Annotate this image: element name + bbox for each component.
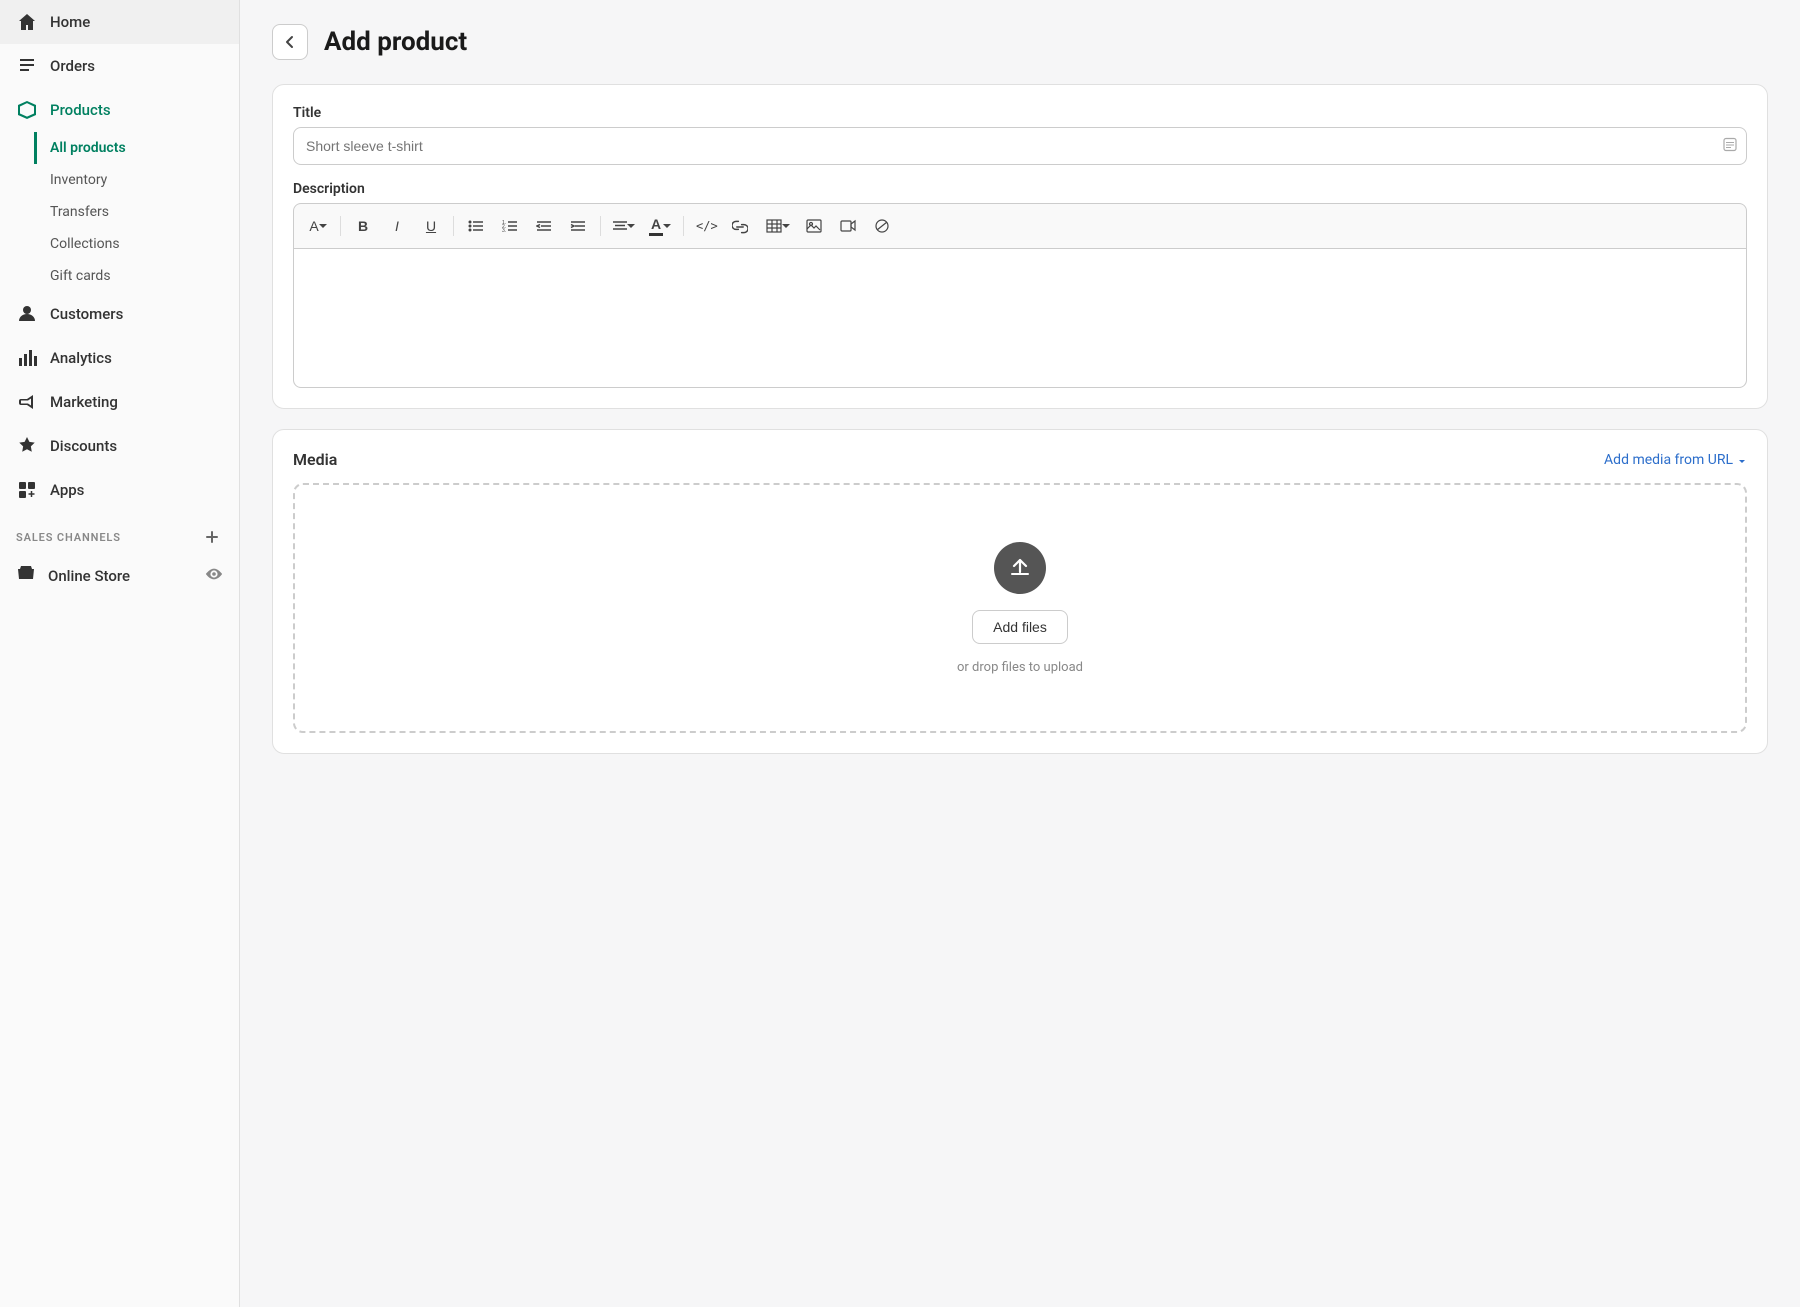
- apps-icon: [16, 479, 38, 501]
- sidebar-item-apps[interactable]: Apps: [0, 468, 239, 512]
- toolbar-indent-decrease-button[interactable]: [528, 211, 560, 241]
- sidebar-label-discounts: Discounts: [50, 437, 117, 455]
- toolbar-bullet-list-button[interactable]: [460, 211, 492, 241]
- products-submenu: All products Inventory Transfers Collect…: [0, 132, 239, 292]
- svg-text:3.: 3.: [502, 228, 506, 233]
- toolbar-divider-2: [453, 216, 454, 236]
- sidebar-label-apps: Apps: [50, 481, 84, 499]
- sidebar-item-online-store[interactable]: Online Store: [0, 554, 239, 598]
- sales-channels-section: SALES CHANNELS: [0, 512, 239, 554]
- sidebar-item-products[interactable]: Products: [0, 88, 239, 132]
- toolbar-align-button[interactable]: [607, 211, 641, 241]
- sidebar-label-analytics: Analytics: [50, 349, 112, 367]
- toolbar-font-color-button[interactable]: A: [643, 211, 677, 241]
- upload-dropzone[interactable]: Add files or drop files to upload: [293, 483, 1747, 733]
- description-editor[interactable]: [293, 248, 1747, 388]
- sidebar-label-customers: Customers: [50, 305, 123, 323]
- sidebar-sub-all-products[interactable]: All products: [34, 132, 239, 164]
- sidebar-item-home[interactable]: Home: [0, 0, 239, 44]
- sidebar-label-home: Home: [50, 13, 90, 31]
- toolbar-link-button[interactable]: [726, 212, 758, 242]
- toolbar-code-button[interactable]: </>: [690, 211, 724, 241]
- sidebar-label-orders: Orders: [50, 57, 95, 75]
- sidebar-sub-transfers[interactable]: Transfers: [50, 196, 239, 228]
- analytics-icon: [16, 347, 38, 369]
- description-field-label: Description: [293, 181, 1747, 197]
- media-label: Media: [293, 450, 337, 469]
- sidebar-label-marketing: Marketing: [50, 393, 118, 411]
- back-button[interactable]: [272, 24, 308, 60]
- upload-hint: or drop files to upload: [957, 660, 1083, 675]
- toolbar-video-button[interactable]: [832, 211, 864, 241]
- sales-channels-label: SALES CHANNELS: [16, 531, 121, 544]
- upload-icon: [994, 542, 1046, 594]
- toolbar-italic-button[interactable]: I: [381, 211, 413, 241]
- toolbar-divider-3: [600, 216, 601, 236]
- add-media-url-button[interactable]: Add media from URL: [1604, 452, 1747, 468]
- sidebar-item-analytics[interactable]: Analytics: [0, 336, 239, 380]
- sidebar-sub-collections[interactable]: Collections: [50, 228, 239, 260]
- marketing-icon: [16, 391, 38, 413]
- sidebar-sub-gift-cards[interactable]: Gift cards: [50, 260, 239, 292]
- toolbar-divider-4: [683, 216, 684, 236]
- title-input[interactable]: [293, 127, 1747, 165]
- toolbar-underline-button[interactable]: U: [415, 211, 447, 241]
- sidebar-item-customers[interactable]: Customers: [0, 292, 239, 336]
- sidebar-item-orders[interactable]: Orders: [0, 44, 239, 88]
- page-title: Add product: [324, 27, 467, 57]
- sidebar-item-marketing[interactable]: Marketing: [0, 380, 239, 424]
- sidebar-item-discounts[interactable]: Discounts: [0, 424, 239, 468]
- toolbar-bold-button[interactable]: B: [347, 211, 379, 241]
- home-icon: [16, 11, 38, 33]
- toolbar-divider-1: [340, 216, 341, 236]
- title-input-icon: [1723, 137, 1737, 156]
- orders-icon: [16, 55, 38, 77]
- online-store-visibility-button[interactable]: [205, 565, 223, 587]
- online-store-icon: [16, 564, 36, 588]
- sidebar-label-products: Products: [50, 101, 111, 119]
- discounts-icon: [16, 435, 38, 457]
- product-details-card: Title Description A B I U: [272, 84, 1768, 409]
- main-content: Add product Title Description A B I: [240, 0, 1800, 1307]
- online-store-left: Online Store: [16, 564, 130, 588]
- toolbar-font-button[interactable]: A: [302, 211, 334, 241]
- page-header: Add product: [272, 24, 1768, 60]
- title-field-label: Title: [293, 105, 1747, 121]
- add-sales-channel-button[interactable]: [201, 526, 223, 548]
- toolbar-table-button[interactable]: [760, 211, 796, 241]
- sidebar-sub-inventory[interactable]: Inventory: [50, 164, 239, 196]
- description-toolbar: A B I U 1.2.3.: [293, 203, 1747, 248]
- toolbar-indent-increase-button[interactable]: [562, 211, 594, 241]
- sidebar: Home Orders Products All products Invent…: [0, 0, 240, 1307]
- media-header: Media Add media from URL: [293, 450, 1747, 469]
- media-card: Media Add media from URL Add files or dr…: [272, 429, 1768, 754]
- online-store-label: Online Store: [48, 567, 130, 585]
- toolbar-ordered-list-button[interactable]: 1.2.3.: [494, 211, 526, 241]
- add-files-button[interactable]: Add files: [972, 610, 1068, 644]
- products-icon: [16, 99, 38, 121]
- toolbar-block-button[interactable]: [866, 211, 898, 241]
- title-input-wrapper: [293, 127, 1747, 165]
- customers-icon: [16, 303, 38, 325]
- toolbar-image-button[interactable]: [798, 211, 830, 241]
